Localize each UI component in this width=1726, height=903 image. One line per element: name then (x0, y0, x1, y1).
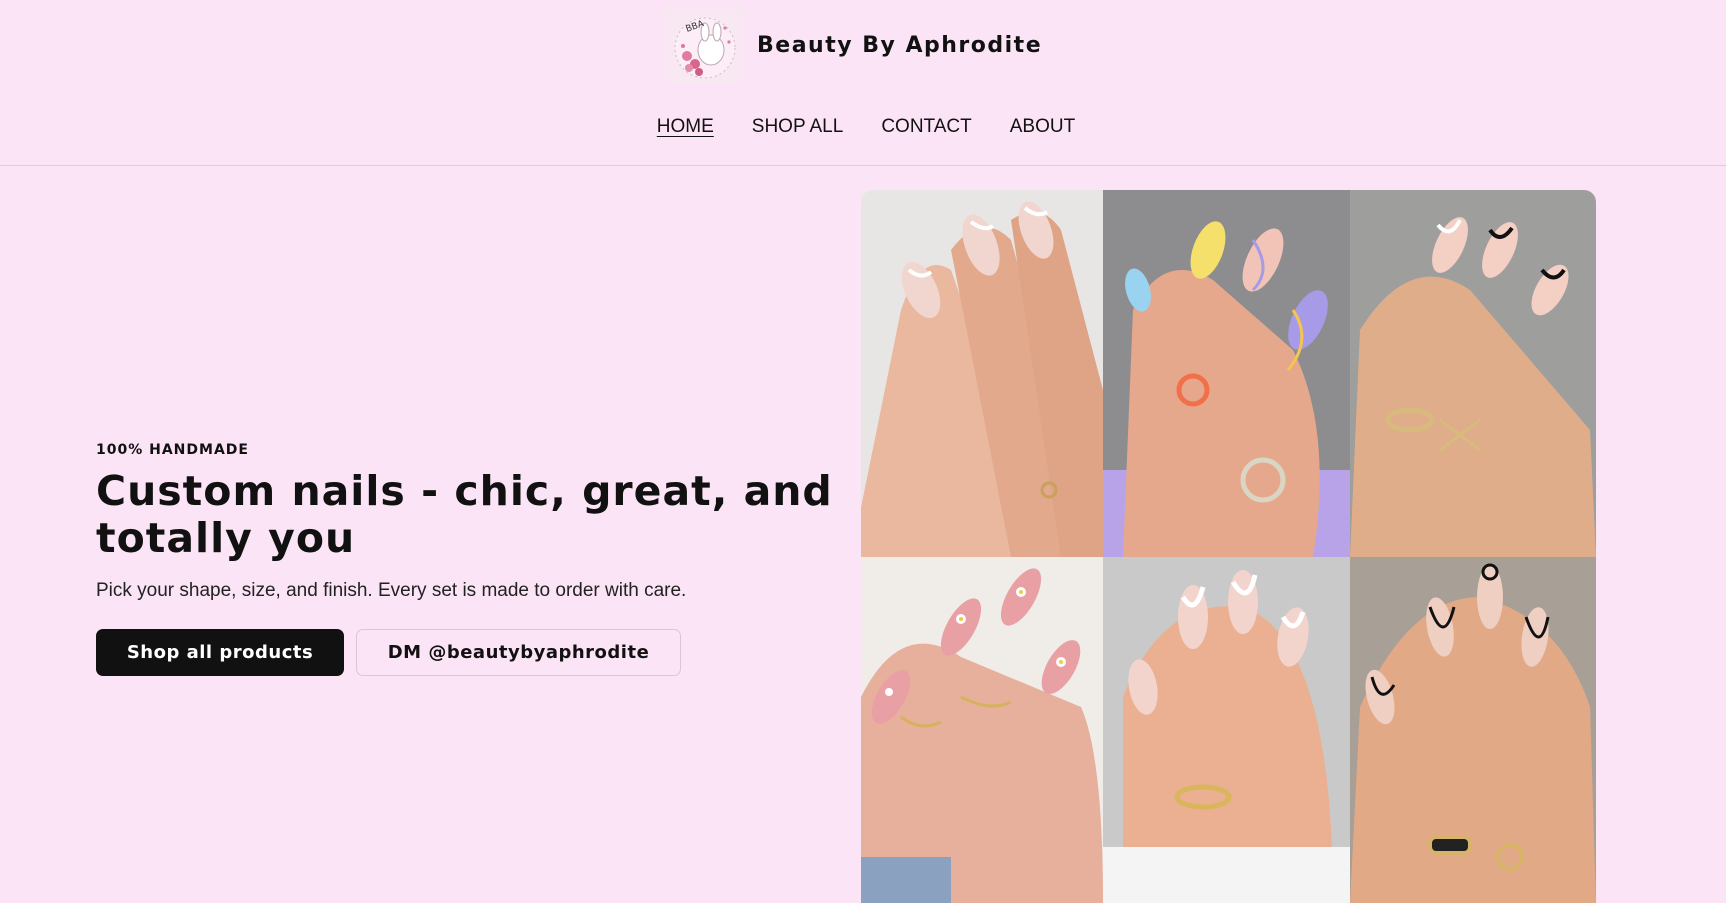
brand-name[interactable]: Beauty By Aphrodite (757, 33, 1042, 58)
nav-item-home[interactable]: HOME (657, 116, 714, 138)
brand[interactable]: BBA Beauty By Aphrodite (665, 8, 1042, 83)
nail-photo-white-swirl-almond (861, 190, 1103, 557)
hero-subtext: Pick your shape, size, and finish. Every… (96, 580, 687, 601)
nail-photo-black-french-tips (1350, 190, 1596, 557)
dm-instagram-button[interactable]: DM @beautybyaphrodite (356, 629, 681, 676)
nail-gallery (861, 190, 1596, 903)
site-header: BBA Beauty By Aphrodite HOME SHOP ALL CO… (0, 0, 1726, 166)
hero-content: 100% HANDMADE Custom nails - chic, great… (96, 442, 836, 676)
nail-photo-white-wave-square (1103, 557, 1350, 903)
nail-photo-daisy-pink (861, 557, 1103, 903)
shop-all-products-button[interactable]: Shop all products (96, 629, 344, 676)
nav-item-about[interactable]: ABOUT (1010, 116, 1075, 138)
main-nav: HOME SHOP ALL CONTACT ABOUT (0, 116, 1726, 138)
hero-eyebrow: 100% HANDMADE (96, 442, 249, 458)
nail-photo-black-swirl-almond (1350, 557, 1596, 903)
brand-logo[interactable]: BBA (665, 8, 743, 83)
hero-buttons: Shop all products DM @beautybyaphrodite (96, 629, 836, 676)
nav-item-shop-all[interactable]: SHOP ALL (752, 116, 844, 138)
nail-photo-pastel-swirl (1103, 190, 1350, 557)
hero-headline: Custom nails - chic, great, and totally … (96, 467, 833, 562)
nav-item-contact[interactable]: CONTACT (881, 116, 971, 138)
